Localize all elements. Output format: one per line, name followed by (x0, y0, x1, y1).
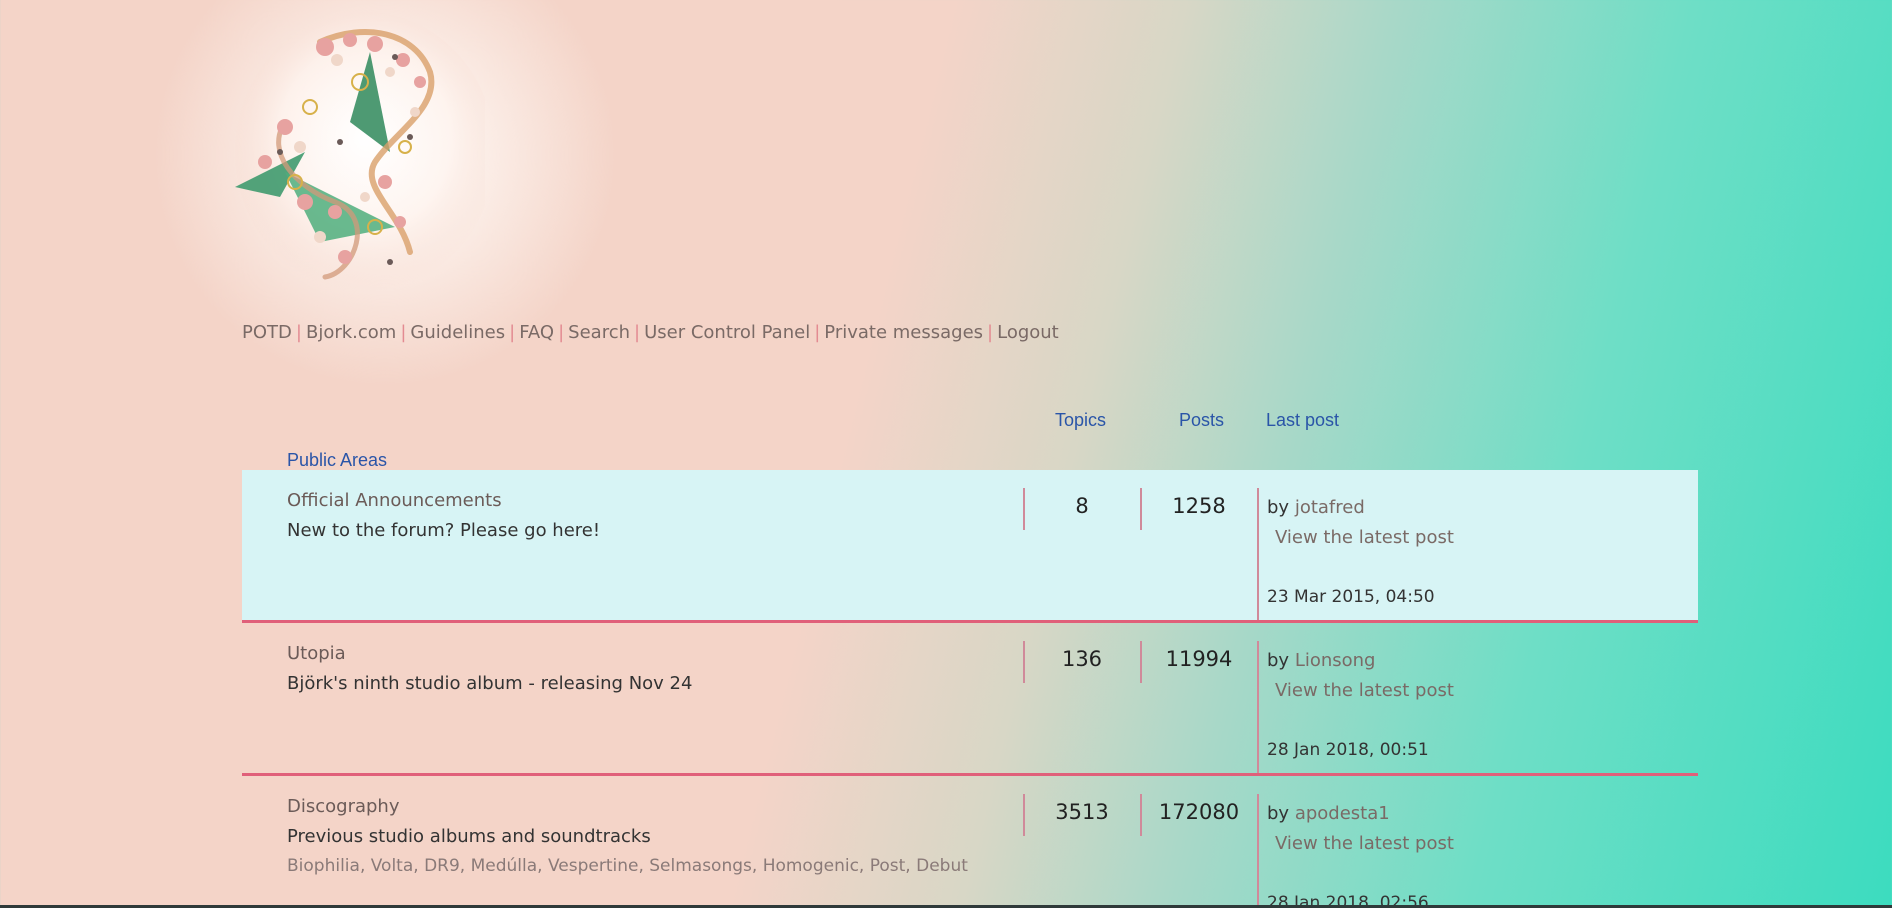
column-divider (1257, 794, 1259, 908)
posts-count: 172080 (1158, 800, 1240, 824)
last-post-username-link[interactable]: jotafred (1295, 497, 1365, 518)
subforum-links[interactable]: Biophilia, Volta, DR9, Medúlla, Vesperti… (287, 856, 968, 876)
column-divider (1257, 488, 1259, 620)
forum-row: Utopia Björk's ninth studio album - rele… (242, 623, 1698, 776)
column-header-posts: Posts (1179, 410, 1225, 430)
nav-separator: | (509, 322, 516, 343)
column-header-last-post: Last post (1266, 410, 1340, 430)
nav-link-faq[interactable]: FAQ (519, 322, 554, 343)
forum-description: Previous studio albums and soundtracks (287, 826, 651, 847)
nav-link-bjork-com[interactable]: Bjork.com (306, 322, 396, 343)
view-latest-post-link[interactable]: View the latest post (1275, 680, 1454, 701)
column-divider (1140, 488, 1142, 530)
posts-count: 11994 (1165, 647, 1233, 671)
nav-link-private-messages[interactable]: Private messages (824, 322, 983, 343)
forum-description: Björk's ninth studio album - releasing N… (287, 673, 693, 694)
top-nav: POTD | Bjork.com | Guidelines | FAQ | Search | Use… (242, 322, 1059, 343)
topics-count: 3513 (1055, 800, 1109, 824)
nav-link-logout[interactable]: Logout (997, 322, 1059, 343)
last-post-author: by jotafred (1267, 497, 1365, 518)
nav-separator: | (295, 322, 302, 343)
last-post-author: by Lionsong (1267, 650, 1376, 671)
last-post-username-link[interactable]: Lionsong (1295, 650, 1376, 671)
last-post-by-label: by (1267, 497, 1290, 518)
forum-name-link[interactable]: Utopia (287, 643, 346, 664)
last-post-date: 28 Jan 2018, 00:51 (1267, 740, 1429, 760)
last-post-date: 23 Mar 2015, 04:50 (1267, 587, 1435, 607)
nav-link-potd[interactable]: POTD (242, 322, 292, 343)
column-divider (1140, 641, 1142, 683)
forum-row: Discography Previous studio albums and s… (242, 776, 1698, 908)
topics-count: 8 (1075, 494, 1089, 518)
last-post-author: by apodesta1 (1267, 803, 1390, 824)
nav-separator: | (400, 322, 407, 343)
forum-description: New to the forum? Please go here! (287, 520, 601, 541)
column-divider (1023, 794, 1025, 836)
view-latest-post-link[interactable]: View the latest post (1275, 527, 1454, 548)
forum-row: Official Announcements New to the forum?… (242, 470, 1698, 623)
last-post-username-link[interactable]: apodesta1 (1295, 803, 1390, 824)
posts-count: 1258 (1172, 494, 1226, 518)
section-title-public-areas[interactable]: Public Areas (287, 450, 387, 471)
topics-count: 136 (1061, 647, 1103, 671)
column-header-topics: Topics (1055, 410, 1107, 430)
nav-separator: | (634, 322, 641, 343)
nav-link-search[interactable]: Search (568, 322, 630, 343)
nav-separator: | (987, 322, 994, 343)
nav-separator: | (558, 322, 565, 343)
last-post-by-label: by (1267, 803, 1290, 824)
last-post-by-label: by (1267, 650, 1290, 671)
view-latest-post-link[interactable]: View the latest post (1275, 833, 1454, 854)
column-divider (1023, 488, 1025, 530)
forum-name-link[interactable]: Discography (287, 796, 400, 817)
nav-link-user-control-panel[interactable]: User Control Panel (644, 322, 810, 343)
nav-link-guidelines[interactable]: Guidelines (410, 322, 505, 343)
column-divider (1140, 794, 1142, 836)
nav-separator: | (814, 322, 821, 343)
column-divider (1023, 641, 1025, 683)
site-logo-artwork[interactable] (225, 12, 485, 302)
forum-name-link[interactable]: Official Announcements (287, 490, 502, 511)
column-divider (1257, 641, 1259, 773)
